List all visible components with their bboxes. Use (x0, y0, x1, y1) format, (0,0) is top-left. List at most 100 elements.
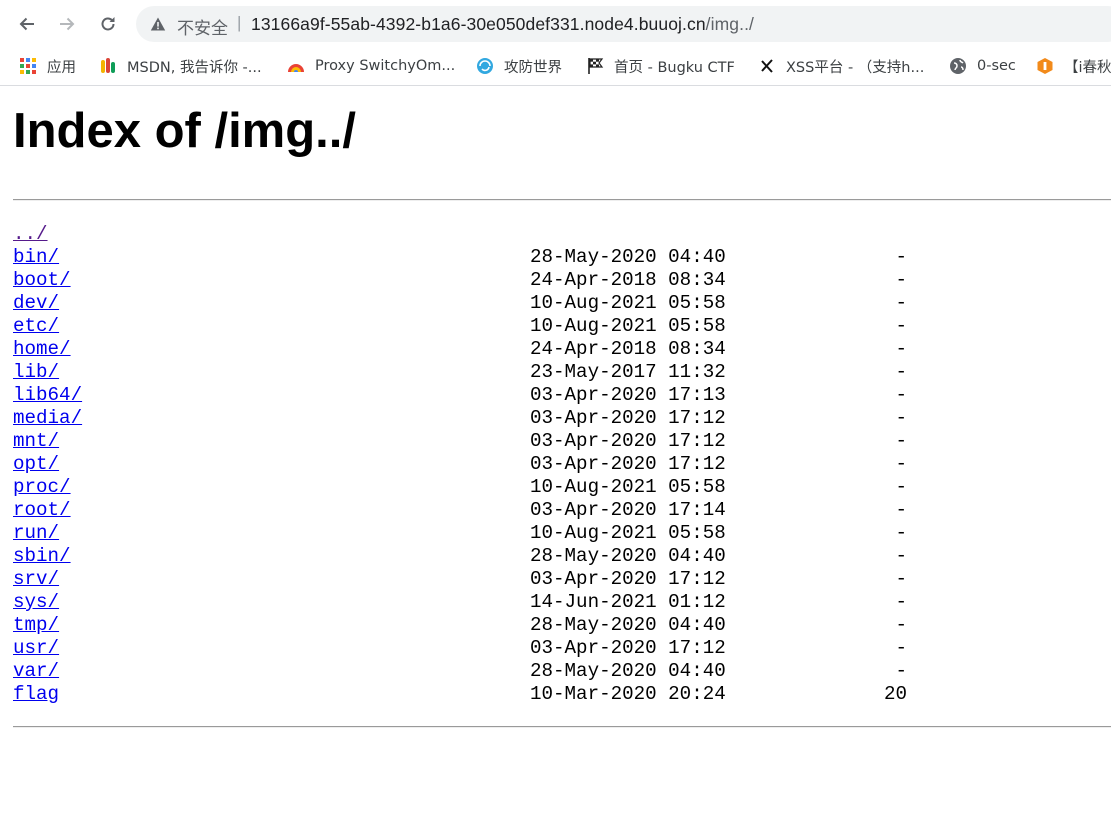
entry-size: - (895, 430, 907, 452)
entry-size: - (895, 384, 907, 406)
listing-row: ../ (13, 222, 1111, 245)
listing-row: flag 10-Mar-2020 20:24 20 (13, 682, 1111, 705)
entry-link[interactable]: bin/ (13, 246, 59, 268)
entry-modified-date: 03-Apr-2020 17:12 (530, 407, 726, 429)
arrow-right-icon (60, 17, 75, 31)
entry-size: - (895, 361, 907, 383)
entry-link[interactable]: var/ (13, 660, 59, 682)
bookmark-msdn[interactable]: MSDN, 我告诉你 -... (99, 55, 262, 77)
entry-modified-date: 10-Aug-2021 05:58 (530, 476, 726, 498)
entry-link[interactable]: mnt/ (13, 430, 59, 452)
parent-directory-link[interactable]: ../ (13, 223, 48, 245)
apps-grid-icon (20, 58, 36, 74)
entry-link[interactable]: sbin/ (13, 545, 71, 567)
entry-link[interactable]: home/ (13, 338, 71, 360)
bookmark-label: 首页 - Bugku CTF (614, 59, 735, 76)
listing-row: sys/14-Jun-2021 01:12 - (13, 590, 1111, 613)
flag-icon (588, 58, 604, 74)
entry-link[interactable]: media/ (13, 407, 82, 429)
listing-row: opt/03-Apr-2020 17:12 - (13, 452, 1111, 475)
entry-link[interactable]: run/ (13, 522, 59, 544)
entry-link[interactable]: tmp/ (13, 614, 59, 636)
entry-link[interactable]: sys/ (13, 591, 59, 613)
listing-row: dev/10-Aug-2021 05:58 - (13, 291, 1111, 314)
listing-row: root/03-Apr-2020 17:14 - (13, 498, 1111, 521)
entry-modified-date: 10-Mar-2020 20:24 (530, 683, 726, 705)
bottom-divider (13, 726, 1111, 728)
bookmark-bugku[interactable]: 首页 - Bugku CTF (586, 55, 735, 77)
listing-row: lib/23-May-2017 11:32 - (13, 360, 1111, 383)
x-icon (761, 59, 773, 73)
entry-modified-date: 28-May-2020 04:40 (530, 545, 726, 567)
bookmark-label: Proxy SwitchyOm... (315, 58, 456, 74)
entry-modified-date: 03-Apr-2020 17:14 (530, 499, 726, 521)
reload-button[interactable] (93, 9, 123, 39)
entry-modified-date: 28-May-2020 04:40 (530, 660, 726, 682)
address-bar[interactable]: 不安全 | 13166a9f-55ab-4392-b1a6-30e050def3… (136, 6, 1111, 42)
address-separator: | (237, 13, 242, 32)
entry-modified-date: 03-Apr-2020 17:12 (530, 568, 726, 590)
listing-row: run/10-Aug-2021 05:58 - (13, 521, 1111, 544)
listing-row: media/03-Apr-2020 17:12 - (13, 406, 1111, 429)
listing-row: sbin/28-May-2020 04:40 - (13, 544, 1111, 567)
bookmark-label: 0-sec (977, 58, 1016, 74)
listing-row: var/28-May-2020 04:40 - (13, 659, 1111, 682)
entry-link[interactable]: proc/ (13, 476, 71, 498)
entry-link[interactable]: lib/ (13, 361, 59, 383)
entry-modified-date: 28-May-2020 04:40 (530, 614, 726, 636)
entry-modified-date: 28-May-2020 04:40 (530, 246, 726, 268)
bookmarks-bar: 应用 MSDN, 我告诉你 -... Proxy SwitchyOm... 攻防… (0, 47, 1111, 86)
entry-size: - (895, 522, 907, 544)
bookmark-apps[interactable]: 应用 (19, 55, 76, 77)
bookmark-gongfang[interactable]: 攻防世界 (476, 55, 562, 77)
url-text[interactable]: 13166a9f-55ab-4392-b1a6-30e050def331.nod… (251, 14, 754, 35)
listing-row: bin/28-May-2020 04:40 - (13, 245, 1111, 268)
entry-link[interactable]: dev/ (13, 292, 59, 314)
entry-size: - (895, 453, 907, 475)
entry-size: 20 (883, 683, 907, 705)
bookmark-label: MSDN, 我告诉你 -... (127, 59, 262, 76)
listing-row: mnt/03-Apr-2020 17:12 - (13, 429, 1111, 452)
reload-icon (101, 17, 115, 31)
entry-link[interactable]: boot/ (13, 269, 71, 291)
entry-link[interactable]: root/ (13, 499, 71, 521)
warning-triangle-icon[interactable] (150, 16, 166, 32)
entry-link[interactable]: flag (13, 683, 59, 705)
bookmark-label: XSS平台 - （支持h... (786, 59, 925, 76)
entry-link[interactable]: srv/ (13, 568, 59, 590)
entry-link[interactable]: etc/ (13, 315, 59, 337)
entry-size: - (895, 407, 907, 429)
entry-size: - (895, 637, 907, 659)
entry-size: - (895, 545, 907, 567)
entry-modified-date: 10-Aug-2021 05:58 (530, 292, 726, 314)
bookmark-xss-platform[interactable]: XSS平台 - （支持h... (758, 55, 924, 77)
entry-modified-date: 23-May-2017 11:32 (530, 361, 726, 383)
entry-modified-date: 24-Apr-2018 08:34 (530, 269, 726, 291)
directory-listing: ../bin/28-May-2020 04:40- boot/24-Apr-201… (13, 222, 1111, 705)
msdn-icon (101, 58, 115, 73)
listing-row: lib64/03-Apr-2020 17:13 - (13, 383, 1111, 406)
bookmark-label: 应用 (47, 59, 76, 76)
bookmark-0-sec[interactable]: 0-sec (949, 55, 1016, 77)
bookmark-proxy-switchyomega[interactable]: Proxy SwitchyOm... (287, 55, 455, 77)
back-button[interactable] (12, 9, 42, 39)
bookmark-ichunqiu[interactable]: 【i春秋 (1036, 55, 1111, 77)
listing-row: etc/10-Aug-2021 05:58 - (13, 314, 1111, 337)
entry-size: - (895, 315, 907, 337)
entry-size: - (895, 269, 907, 291)
forward-button[interactable] (52, 9, 82, 39)
entry-modified-date: 14-Jun-2021 01:12 (530, 591, 726, 613)
listing-row: proc/10-Aug-2021 05:58 - (13, 475, 1111, 498)
entry-modified-date: 03-Apr-2020 17:12 (530, 453, 726, 475)
entry-size: - (895, 591, 907, 613)
entry-link[interactable]: usr/ (13, 637, 59, 659)
entry-link[interactable]: lib64/ (13, 384, 82, 406)
browser-toolbar: 不安全 | 13166a9f-55ab-4392-b1a6-30e050def3… (0, 0, 1111, 47)
entry-size: - (895, 568, 907, 590)
listing-row: home/24-Apr-2018 08:34 - (13, 337, 1111, 360)
entry-link[interactable]: opt/ (13, 453, 59, 475)
security-label[interactable]: 不安全 (177, 14, 228, 39)
entry-modified-date: 10-Aug-2021 05:58 (530, 315, 726, 337)
entry-size: - (895, 338, 907, 360)
entry-size: - (895, 660, 907, 682)
